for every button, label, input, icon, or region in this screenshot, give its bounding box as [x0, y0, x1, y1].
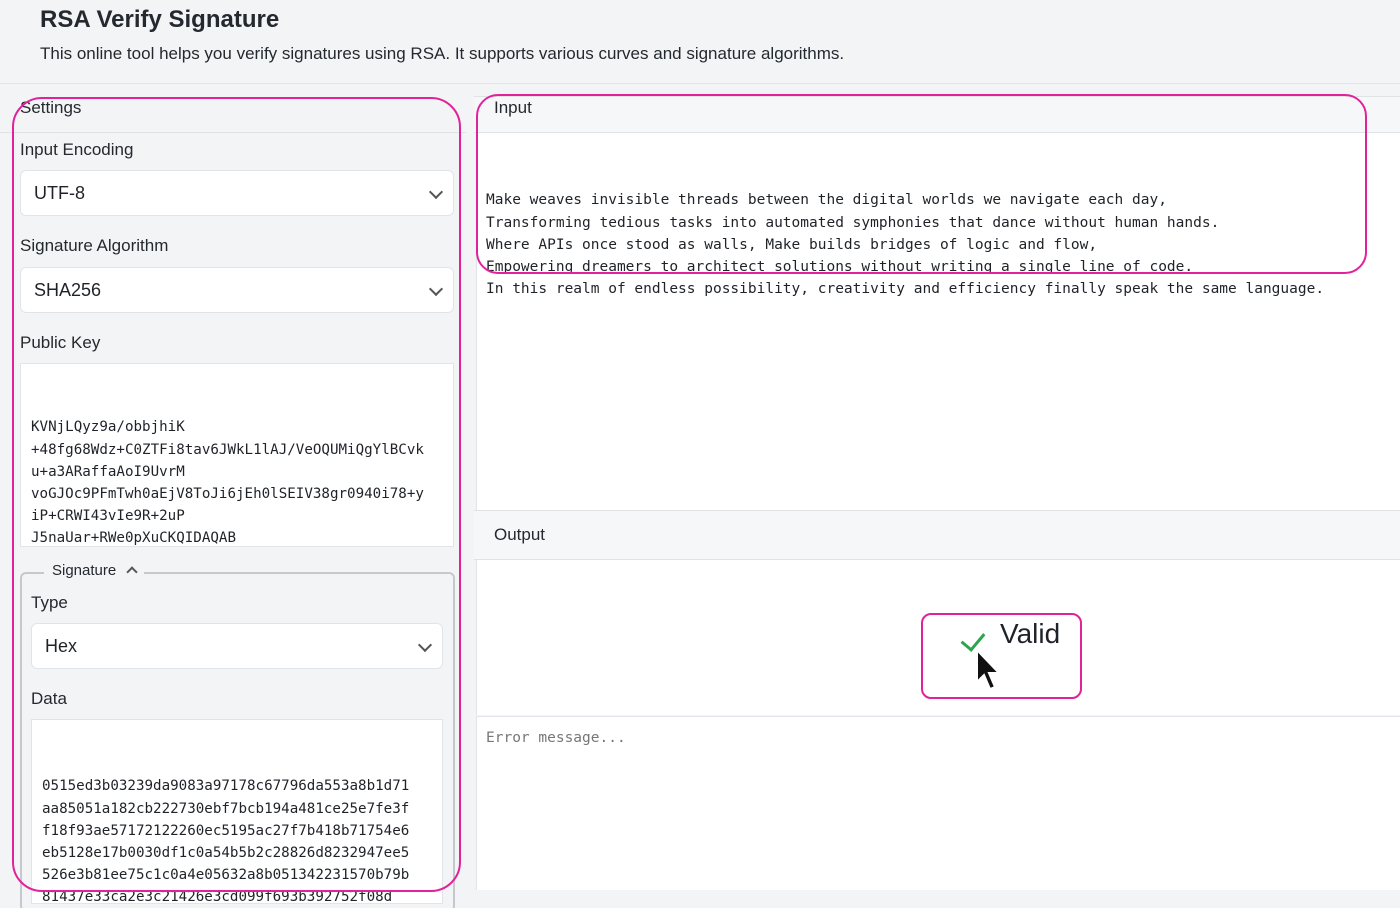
chevron-down-icon [428, 184, 444, 200]
valid-result-text: Valid [1000, 618, 1061, 649]
output-result-box [476, 560, 1400, 715]
input-encoding-label: Input Encoding [20, 140, 134, 159]
page-header: RSA Verify Signature This online tool he… [0, 0, 1400, 84]
chevron-up-icon [126, 566, 139, 578]
input-encoding-select[interactable]: UTF-8 [20, 170, 454, 216]
settings-label: Settings [20, 98, 82, 117]
page-title: RSA Verify Signature [40, 6, 280, 33]
mouse-pointer-icon [976, 648, 1002, 691]
signature-data-textarea[interactable]: 0515ed3b03239da9083a97178c67796da553a8b1… [31, 719, 443, 904]
public-key-textarea[interactable]: KVNjLQyz9a/obbjhiK +48fg68Wdz+C0ZTFi8tav… [20, 363, 454, 547]
error-message-field[interactable]: Error message... [476, 716, 1400, 890]
signature-type-label: Type [31, 593, 68, 612]
output-label: Output [494, 525, 546, 544]
input-encoding-value: UTF-8 [34, 183, 85, 203]
output-section-header [474, 510, 1400, 560]
signature-type-select[interactable]: Hex [31, 623, 443, 669]
signature-algorithm-label: Signature Algorithm [20, 236, 169, 255]
input-text: Make weaves invisible threads between th… [486, 192, 1325, 298]
signature-legend-label: Signature [52, 562, 117, 579]
public-key-text: KVNjLQyz9a/obbjhiK +48fg68Wdz+C0ZTFi8tav… [31, 419, 424, 547]
signature-data-text: 0515ed3b03239da9083a97178c67796da553a8b1… [42, 778, 410, 904]
signature-legend-toggle[interactable]: Signature [44, 562, 145, 579]
input-label: Input [494, 98, 532, 117]
signature-algorithm-value: SHA256 [34, 280, 102, 300]
signature-data-label: Data [31, 689, 67, 708]
error-message-placeholder: Error message... [486, 730, 626, 746]
public-key-label: Public Key [20, 333, 101, 352]
chevron-down-icon [417, 637, 433, 653]
input-textarea[interactable]: Make weaves invisible threads between th… [476, 133, 1400, 510]
signature-type-value: Hex [45, 636, 78, 656]
input-section-header [474, 96, 1400, 133]
page-subtitle: This online tool helps you verify signat… [40, 44, 845, 63]
chevron-down-icon [428, 281, 444, 297]
signature-algorithm-select[interactable]: SHA256 [20, 267, 454, 313]
settings-divider [0, 132, 466, 133]
